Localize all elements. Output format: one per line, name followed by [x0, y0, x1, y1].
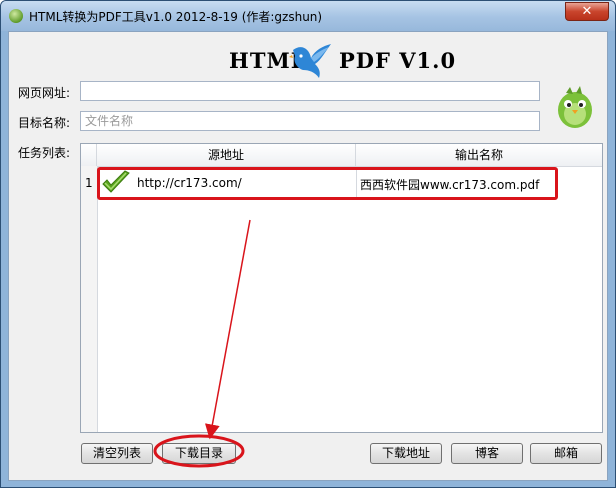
mascot-icon: [558, 86, 592, 128]
row-number: 1: [85, 176, 93, 190]
banner: HTML PDF V1.0: [221, 40, 461, 80]
header-source[interactable]: 源地址: [97, 144, 356, 166]
window-title: HTML转换为PDF工具v1.0 2012-8-19 (作者:gzshun): [29, 10, 323, 24]
download-address-button[interactable]: 下载地址: [370, 443, 442, 464]
title-bar[interactable]: HTML转换为PDF工具v1.0 2012-8-19 (作者:gzshun) ✕: [1, 1, 615, 31]
clear-list-button[interactable]: 清空列表: [81, 443, 153, 464]
header-output[interactable]: 输出名称: [356, 144, 602, 166]
row-highlight-annotation: [97, 167, 558, 200]
target-name-input[interactable]: [80, 111, 540, 131]
app-window: HTML转换为PDF工具v1.0 2012-8-19 (作者:gzshun) ✕…: [0, 0, 616, 488]
close-button[interactable]: ✕: [565, 2, 609, 21]
target-name-label: 目标名称:: [18, 116, 71, 130]
blog-button[interactable]: 博客: [451, 443, 523, 464]
url-input[interactable]: [80, 81, 540, 101]
header-rownum: [81, 144, 97, 166]
task-table[interactable]: 源地址 输出名称 1 http://cr173.com/ 西西软件园www.cr…: [80, 143, 603, 433]
banner-pdf-text: PDF V1.0: [339, 48, 457, 73]
mail-button[interactable]: 邮箱: [530, 443, 602, 464]
table-header: 源地址 输出名称: [81, 144, 602, 167]
url-label: 网页网址:: [18, 86, 71, 100]
bird-logo-icon: [289, 44, 331, 78]
task-list-label: 任务列表:: [18, 146, 71, 160]
table-row[interactable]: 1 http://cr173.com/ 西西软件园www.cr173.com.p…: [81, 166, 602, 200]
download-catalog-button[interactable]: 下载目录: [162, 443, 236, 464]
client-area: HTML PDF V1.0 网页网址: 目标名称: 任务列表:: [8, 31, 608, 481]
row-number-column: [81, 166, 98, 432]
app-icon: [9, 9, 23, 23]
